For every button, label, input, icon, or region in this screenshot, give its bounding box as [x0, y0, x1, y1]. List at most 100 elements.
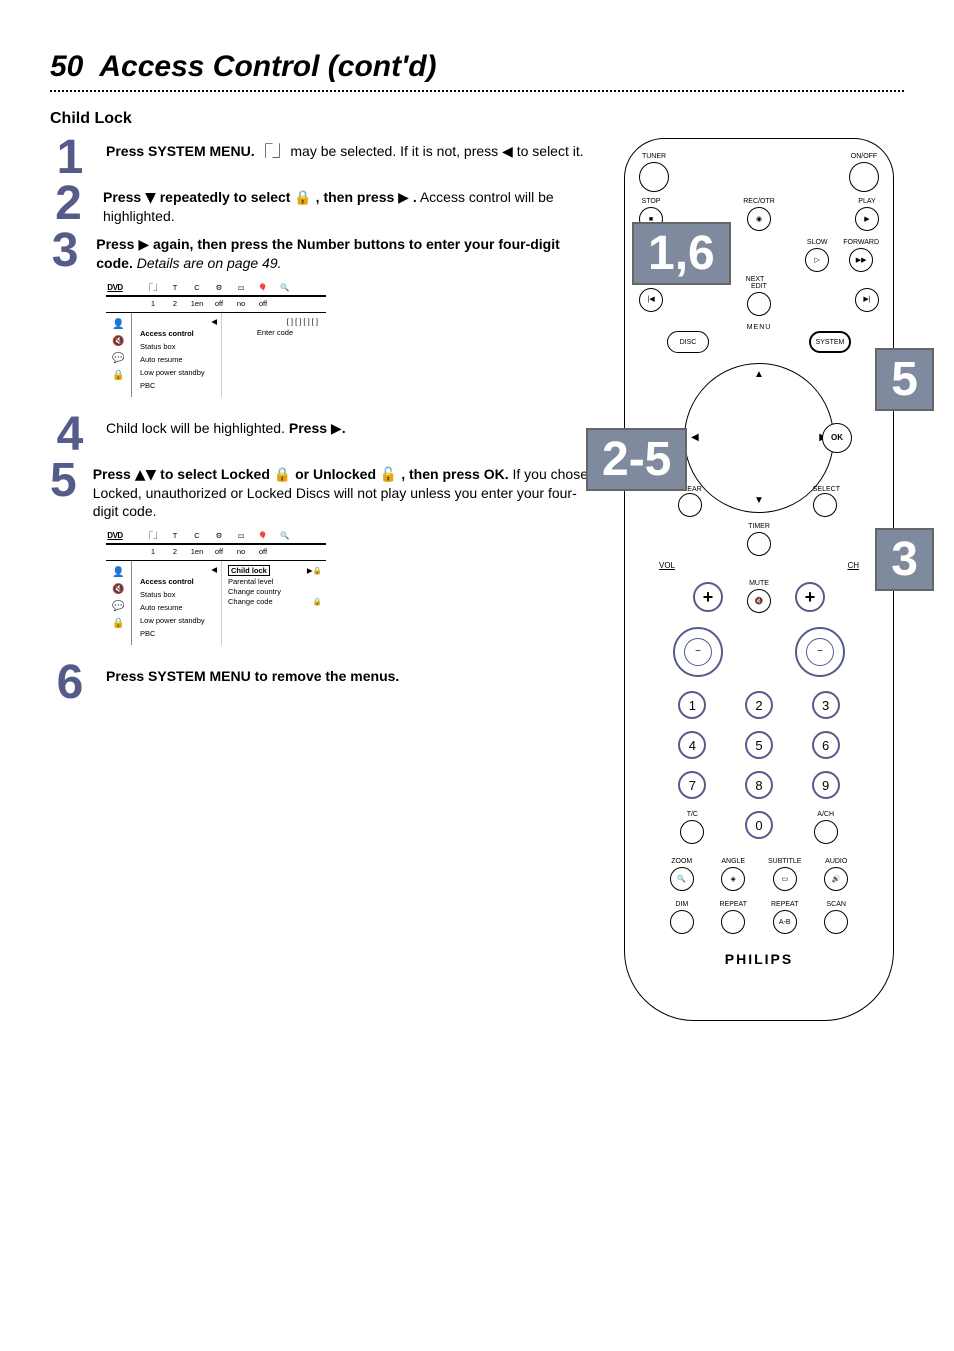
- clear-button[interactable]: [678, 493, 702, 517]
- tc-button[interactable]: [680, 820, 704, 844]
- remote-label: MUTE: [749, 580, 769, 587]
- title-divider: [50, 90, 904, 92]
- system-menu-button[interactable]: SYSTEM: [809, 331, 851, 353]
- osd-top-icon: 🔍: [274, 531, 296, 540]
- osd-row2: 1: [142, 547, 164, 556]
- lock-state-icon: ▶🔒: [307, 566, 322, 575]
- osd-menu-item: Auto resume: [138, 354, 217, 365]
- lock-icon: 🔒: [313, 597, 322, 606]
- select-button[interactable]: [813, 493, 837, 517]
- vol-up-button[interactable]: +: [693, 582, 723, 612]
- osd-row2: 2: [164, 299, 186, 308]
- play-button[interactable]: ▶: [855, 207, 879, 231]
- num-5-button[interactable]: 5: [745, 731, 773, 759]
- number-pad: 1 2 3 4 5 6 7 8 9 T/C 0 A/CH: [674, 691, 844, 844]
- num-3-button[interactable]: 3: [812, 691, 840, 719]
- osd-row2: off: [208, 547, 230, 556]
- callout-1-6: 1,6: [632, 222, 731, 285]
- osd-submenu-item: Change code: [228, 597, 273, 606]
- nav-up-icon[interactable]: ▲: [754, 370, 764, 380]
- edit-button[interactable]: [747, 292, 771, 316]
- repeat-ab-button[interactable]: A-B: [773, 910, 797, 934]
- osd-menu-item: Access control: [138, 328, 217, 339]
- num-0-button[interactable]: 0: [745, 811, 773, 839]
- step-bold: to select Locked: [156, 466, 273, 482]
- nav-pad[interactable]: ▲ ▼ ◀ ▶ OK CLEAR SELECT: [684, 363, 834, 513]
- ch-up-button[interactable]: +: [795, 582, 825, 612]
- step-body: Press SYSTEM MENU to remove the menus.: [106, 663, 399, 685]
- num-4-button[interactable]: 4: [678, 731, 706, 759]
- num-1-button[interactable]: 1: [678, 691, 706, 719]
- angle-button[interactable]: ◈: [721, 867, 745, 891]
- step-italic: Details are on page 49.: [137, 255, 282, 271]
- ch-down-button[interactable]: −: [795, 627, 845, 677]
- ok-button[interactable]: OK: [822, 423, 852, 453]
- dim-button[interactable]: [670, 910, 694, 934]
- osd-left-icon: 🔒: [112, 618, 124, 629]
- remote-label: CH: [847, 562, 859, 570]
- osd-menu-item: PBC: [138, 380, 217, 391]
- osd-menu-item: Status box: [138, 589, 217, 600]
- repeat-button[interactable]: [721, 910, 745, 934]
- remote-label: SELECT: [813, 486, 840, 493]
- osd-top-icon: T: [164, 531, 186, 540]
- locked-icon: 🔒: [274, 467, 291, 483]
- osd-row2: off: [208, 299, 230, 308]
- subtitle-button[interactable]: ▭: [773, 867, 797, 891]
- mute-button[interactable]: 🔇: [747, 589, 771, 613]
- num-9-button[interactable]: 9: [812, 771, 840, 799]
- osd-menu-item: Low power standby: [138, 615, 217, 626]
- osd-top-icon: ⎾⏌: [142, 282, 164, 293]
- remote-label: REPEAT: [771, 901, 799, 908]
- osd-row2: 1: [142, 299, 164, 308]
- osd-submenu-item: Child lock: [228, 565, 270, 576]
- num-7-button[interactable]: 7: [678, 771, 706, 799]
- remote-label: ANGLE: [721, 858, 745, 865]
- ach-button[interactable]: [814, 820, 838, 844]
- timer-button[interactable]: [747, 532, 771, 556]
- step-body: Press ▶ again, then press the Number but…: [96, 231, 590, 272]
- osd-left-icon: 👤: [112, 567, 124, 578]
- step-body: Press ▲▼ to select Locked 🔒 or Unlocked …: [93, 461, 590, 520]
- prev-button[interactable]: |◀: [639, 288, 663, 312]
- osd-top-icon: 🎈: [252, 283, 274, 292]
- num-2-button[interactable]: 2: [745, 691, 773, 719]
- rec-button[interactable]: ◉: [747, 207, 771, 231]
- remote-label: SUBTITLE: [768, 858, 801, 865]
- zoom-button[interactable]: 🔍: [670, 867, 694, 891]
- osd-menu-item: Low power standby: [138, 367, 217, 378]
- num-6-button[interactable]: 6: [812, 731, 840, 759]
- nav-down-icon[interactable]: ▼: [754, 496, 764, 506]
- step-number: 3: [50, 231, 80, 271]
- onoff-button[interactable]: [849, 162, 879, 192]
- step-bold: Press SYSTEM MENU.: [106, 143, 255, 159]
- step-bold: .: [409, 189, 417, 205]
- slow-button[interactable]: ▷: [805, 248, 829, 272]
- osd-menu-item: Status box: [138, 341, 217, 352]
- next-button[interactable]: ▶|: [855, 288, 879, 312]
- right-arrow-icon: ▶: [398, 190, 409, 206]
- right-arrow-icon: ▶: [331, 421, 342, 437]
- remote-column: TUNER ON/OFF STOP■ REC/OTR◉ PLAY▶ SLOW▷ …: [614, 138, 904, 1021]
- step-3: 3 Press ▶ again, then press the Number b…: [50, 231, 590, 272]
- remote-label: T/C: [687, 811, 698, 818]
- step-bold: , then press: [312, 189, 398, 205]
- disc-menu-button[interactable]: DISC: [667, 331, 709, 353]
- step-1: 1 Press SYSTEM MENU. ⎾⏌ may be selected.…: [50, 138, 590, 178]
- nav-left-icon[interactable]: ◀: [691, 433, 699, 443]
- osd-row2: 1en: [186, 547, 208, 556]
- osd-left-icon: 👤: [112, 319, 124, 330]
- forward-button[interactable]: ▶▶: [849, 248, 873, 272]
- tuner-button[interactable]: [639, 162, 669, 192]
- audio-button[interactable]: 🔊: [824, 867, 848, 891]
- num-8-button[interactable]: 8: [745, 771, 773, 799]
- osd-code-mask: [ ] [ ] [ ] [ ]: [228, 317, 322, 326]
- osd-left-icon: 🔇: [112, 336, 124, 347]
- vol-down-button[interactable]: −: [673, 627, 723, 677]
- unlocked-icon: 🔓: [380, 467, 397, 483]
- osd-top-icon: ▭: [230, 283, 252, 292]
- scan-button[interactable]: [824, 910, 848, 934]
- step-bold: Press: [289, 420, 331, 436]
- callout-3: 3: [875, 528, 934, 591]
- remote-label: DIM: [675, 901, 688, 908]
